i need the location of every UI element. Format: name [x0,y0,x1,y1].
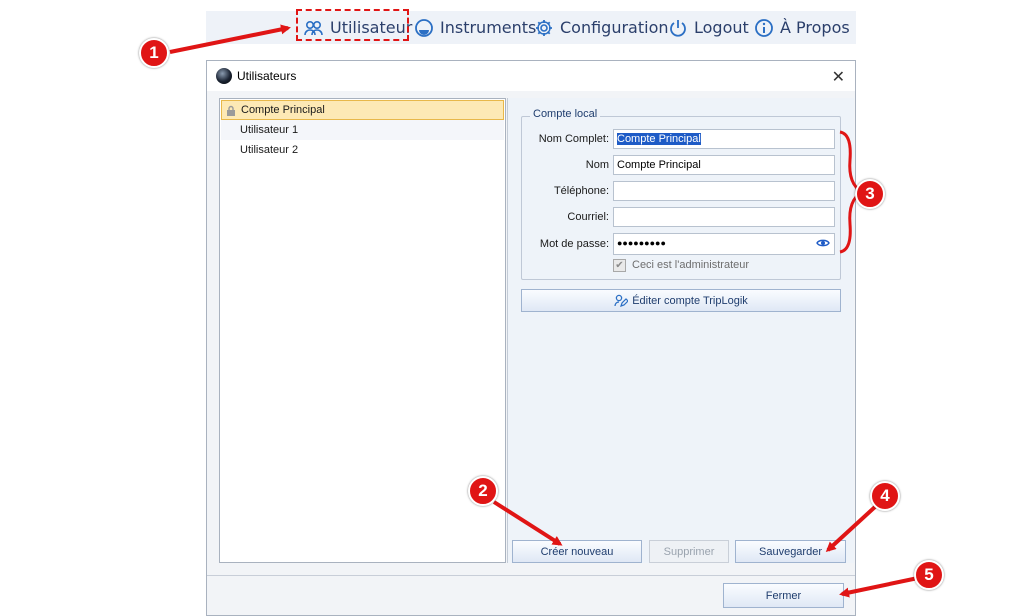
show-password-eye-icon[interactable] [816,238,830,248]
menu-label-configuration: Configuration [560,18,669,37]
gauge-icon [415,18,433,37]
callout-badge-2: 2 [468,476,498,506]
users-dialog: Utilisateurs ✕ Compte Principal Utilisat… [206,60,856,616]
delete-label: Supprimer [663,545,715,558]
phone-label: Téléphone: [553,185,609,197]
name-value: Compte Principal [617,159,701,171]
save-button[interactable]: Sauvegarder [735,540,846,563]
menu-label-logout: Logout [694,18,749,37]
list-item-label: Utilisateur 1 [240,124,299,136]
phone-field[interactable] [613,181,835,201]
full-name-field[interactable]: Compte Principal [613,129,835,149]
close-label: Fermer [765,589,802,602]
edit-triplogik-account-button[interactable]: Éditer compte TripLogik [521,289,841,312]
menu-label-instruments: Instruments [440,18,537,37]
power-icon [670,19,686,37]
admin-checkbox[interactable]: ✔ [613,259,626,272]
full-name-label: Nom Complet: [538,133,609,145]
group-title: Compte local [530,108,601,120]
callout-badge-5: 5 [914,560,944,590]
list-item-label: Utilisateur 2 [240,144,299,156]
user-edit-icon [614,294,629,307]
menu-item-configuration[interactable]: Configuration [534,11,669,44]
lock-icon [227,105,235,116]
email-label: Courriel: [567,211,609,223]
create-new-label: Créer nouveau [540,545,614,558]
app-logo-icon [216,68,232,84]
callout-badge-1: 1 [139,38,169,68]
menu-label-a-propos: À Propos [780,18,850,37]
menu-item-logout[interactable]: Logout [668,11,749,44]
list-item[interactable]: Compte Principal [221,100,504,120]
name-field[interactable]: Compte Principal [613,155,835,175]
password-field[interactable]: ●●●●●●●●● [613,233,835,255]
password-value: ●●●●●●●●● [617,238,666,248]
callout-badge-3: 3 [855,179,885,209]
save-label: Sauvegarder [759,545,822,558]
dialog-titlebar: Utilisateurs ✕ [207,61,855,91]
name-label: Nom [585,159,609,171]
edit-triplogik-label: Éditer compte TripLogik [632,294,748,307]
footer-divider [207,575,855,576]
list-item[interactable]: Utilisateur 2 [221,140,504,160]
menu-item-a-propos[interactable]: À Propos [754,11,850,44]
password-label: Mot de passe: [539,238,609,250]
user-list[interactable]: Compte Principal Utilisateur 1 Utilisate… [219,98,506,563]
gear-icon [536,19,552,36]
close-button[interactable]: Fermer [723,583,844,608]
close-icon[interactable]: ✕ [832,67,845,87]
full-name-value: Compte Principal [617,133,701,145]
delete-button[interactable]: Supprimer [649,540,729,563]
list-item[interactable]: Utilisateur 1 [221,120,504,140]
callout-badge-4: 4 [870,481,900,511]
list-item-label: Compte Principal [241,104,325,116]
menu-item-instruments[interactable]: Instruments [414,11,536,44]
utilisateur-highlight-box [296,9,409,41]
create-new-button[interactable]: Créer nouveau [512,540,642,563]
email-field[interactable] [613,207,835,227]
info-icon [755,18,773,37]
dialog-title: Utilisateurs [237,69,297,83]
admin-checkbox-label: Ceci est l'administrateur [632,259,750,271]
